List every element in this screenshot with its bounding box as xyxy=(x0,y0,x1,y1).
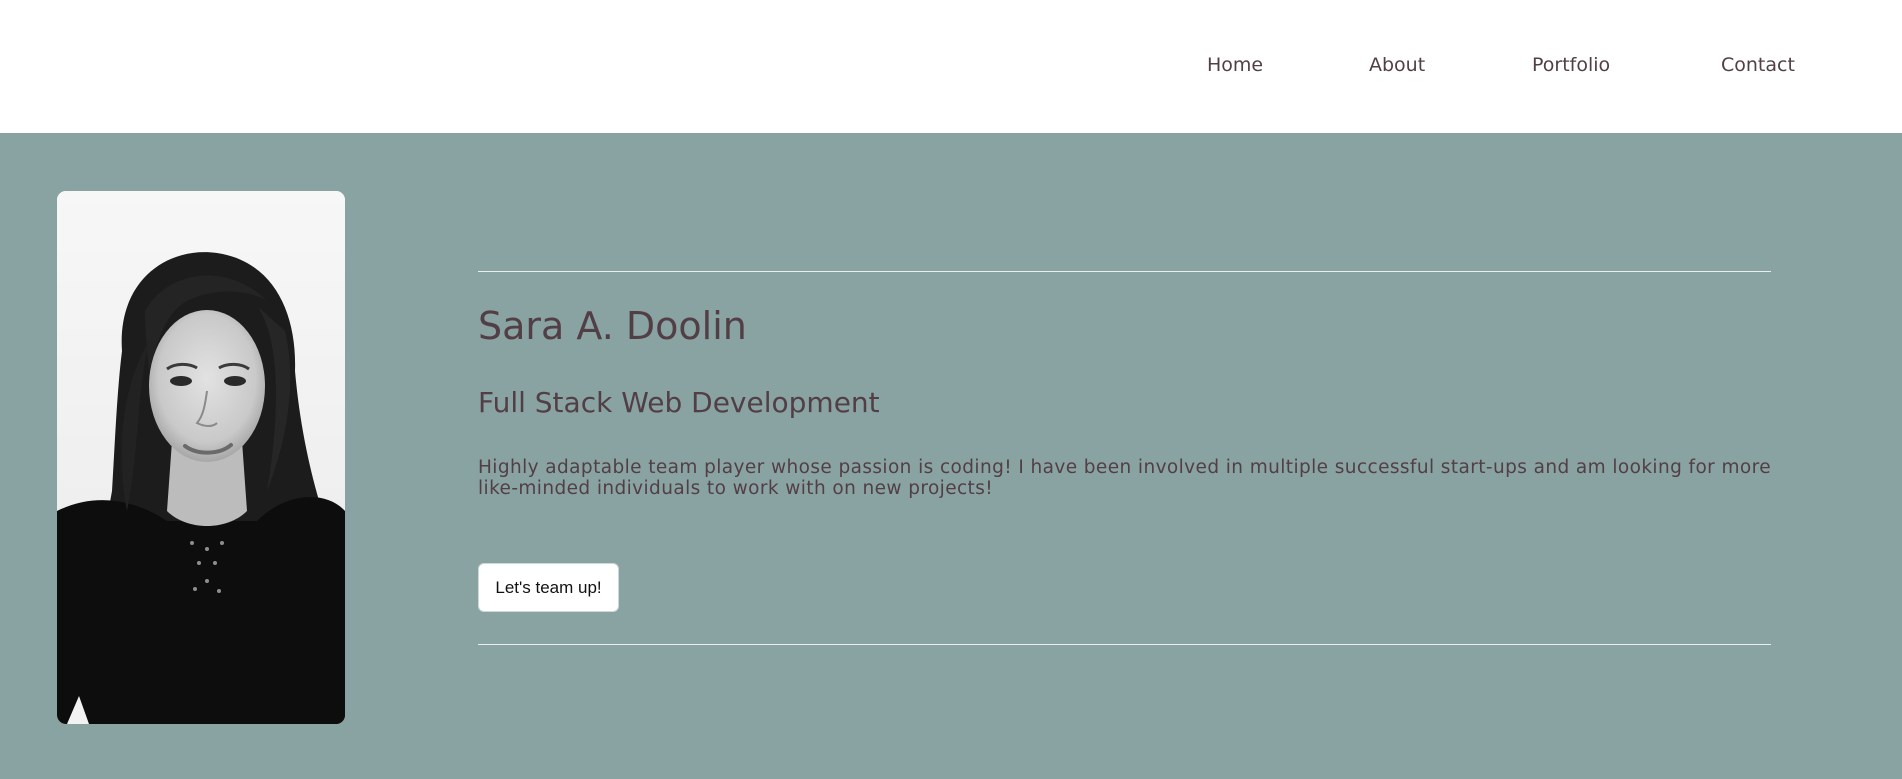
profile-name: Sara A. Doolin xyxy=(478,304,747,348)
nav-link-about[interactable]: About xyxy=(1369,54,1425,76)
profile-bio: Highly adaptable team player whose passi… xyxy=(478,457,1771,499)
portrait-illustration xyxy=(57,191,345,724)
team-up-button[interactable]: Let's team up! xyxy=(478,563,619,612)
nav-link-portfolio[interactable]: Portfolio xyxy=(1532,54,1610,76)
top-divider xyxy=(478,271,1771,272)
nav-link-home[interactable]: Home xyxy=(1207,54,1263,76)
profile-title: Full Stack Web Development xyxy=(478,386,880,419)
nav-link-contact[interactable]: Contact xyxy=(1721,54,1795,76)
bottom-divider xyxy=(478,644,1771,645)
profile-photo xyxy=(57,191,345,724)
navbar: Home About Portfolio Contact xyxy=(0,0,1902,133)
nav-links: Home About Portfolio Contact xyxy=(0,54,1902,80)
